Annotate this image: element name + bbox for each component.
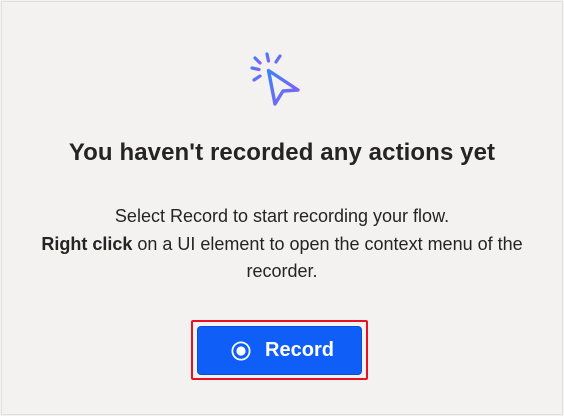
empty-state-description: Select Record to start recording your fl… [40, 203, 524, 286]
record-button-label: Record [265, 339, 334, 361]
record-button[interactable]: Record [197, 326, 362, 375]
record-icon [231, 340, 251, 361]
empty-state-panel: You haven't recorded any actions yet Sel… [0, 0, 564, 416]
description-line-1: Select Record to start recording your fl… [114, 206, 450, 226]
description-line-2: on a UI element to open the context menu… [132, 233, 523, 282]
description-bold-phrase: Right click [41, 233, 133, 254]
empty-state-title: You haven't recorded any actions yet [68, 139, 496, 166]
cursor-click-icon [250, 52, 300, 106]
